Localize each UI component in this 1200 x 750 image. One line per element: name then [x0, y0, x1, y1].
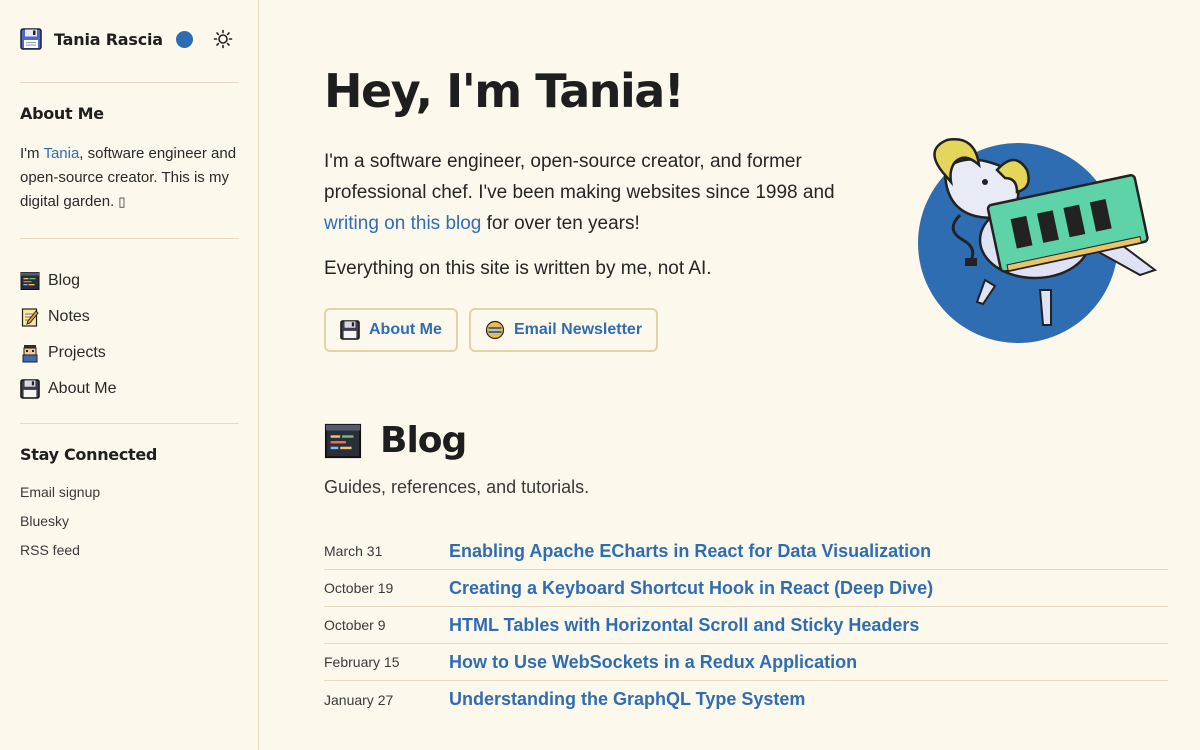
post-date: March 31	[324, 543, 383, 559]
post-date: October 19	[324, 580, 394, 596]
post-title-link[interactable]: How to Use WebSockets in a Redux Applica…	[449, 652, 857, 673]
post-title-link[interactable]: Understanding the GraphQL Type System	[449, 689, 805, 710]
sidebar-item-about[interactable]: About Me	[20, 371, 116, 407]
page-title: Hey, I'm Tania!	[324, 64, 685, 118]
post-date: October 9	[324, 617, 386, 633]
post-date: January 27	[324, 691, 394, 708]
terminal-icon	[20, 272, 40, 290]
intro-paragraph: I'm a software engineer, open-source cre…	[324, 151, 835, 234]
list-item: October 9 HTML Tables with Horizontal Sc…	[324, 607, 1168, 644]
floppy-disk-icon	[20, 28, 42, 50]
sidebar-item-projects[interactable]: Projects	[20, 335, 116, 371]
newsletter-globe-icon	[485, 320, 505, 340]
divider	[20, 423, 239, 424]
floppy-disk-icon	[20, 379, 40, 399]
sun-icon[interactable]	[213, 29, 233, 49]
post-list: March 31 Enabling Apache ECharts in Reac…	[324, 533, 1168, 718]
missing-glyph: ▯	[118, 194, 126, 209]
floppy-disk-icon	[340, 320, 360, 340]
sidebar-nav: Blog Notes Projects About Me	[20, 263, 116, 407]
terminal-icon	[324, 423, 362, 458]
list-item: January 27 Understanding the GraphQL Typ…	[324, 681, 1168, 718]
notepad-icon	[21, 308, 39, 327]
connect-links: Email signup Bluesky RSS feed	[20, 484, 100, 571]
blog-subtitle: Guides, references, and tutorials.	[324, 477, 590, 497]
blog-heading: Blog	[324, 420, 467, 461]
rss-feed-link[interactable]: RSS feed	[20, 542, 100, 571]
about-text: I'm Tania, software engineer and open-so…	[20, 145, 237, 210]
intro-note: Everything on this site is written by me…	[324, 258, 712, 279]
sidebar: Tania Rascia About Me I'm Tania, softwar…	[0, 0, 259, 750]
post-title-link[interactable]: HTML Tables with Horizontal Scroll and S…	[449, 615, 919, 636]
divider	[20, 238, 239, 239]
stay-connected-heading: Stay Connected	[20, 445, 158, 464]
bluesky-link[interactable]: Bluesky	[20, 513, 100, 542]
about-heading: About Me	[20, 104, 104, 123]
post-title-link[interactable]: Enabling Apache ECharts in React for Dat…	[449, 541, 931, 562]
blog-link[interactable]: writing on this blog	[324, 213, 481, 234]
ram-mascot-illustration	[918, 138, 1158, 343]
email-newsletter-button[interactable]: Email Newsletter	[469, 308, 659, 352]
sidebar-item-blog[interactable]: Blog	[20, 263, 116, 299]
theme-color-button[interactable]	[176, 31, 193, 48]
divider	[20, 82, 239, 83]
post-title-link[interactable]: Creating a Keyboard Shortcut Hook in Rea…	[449, 578, 933, 599]
tania-link[interactable]: Tania	[43, 145, 79, 162]
list-item: October 19 Creating a Keyboard Shortcut …	[324, 570, 1168, 607]
list-item: February 15 How to Use WebSockets in a R…	[324, 644, 1168, 681]
about-me-button[interactable]: About Me	[324, 308, 458, 352]
site-name[interactable]: Tania Rascia	[54, 30, 163, 49]
character-icon	[22, 345, 38, 363]
email-signup-link[interactable]: Email signup	[20, 484, 100, 513]
site-brand[interactable]: Tania Rascia	[20, 26, 163, 52]
sidebar-item-notes[interactable]: Notes	[20, 299, 116, 335]
post-date: February 15	[324, 654, 400, 670]
list-item: March 31 Enabling Apache ECharts in Reac…	[324, 533, 1168, 570]
blog-heading-text: Blog	[380, 420, 467, 461]
